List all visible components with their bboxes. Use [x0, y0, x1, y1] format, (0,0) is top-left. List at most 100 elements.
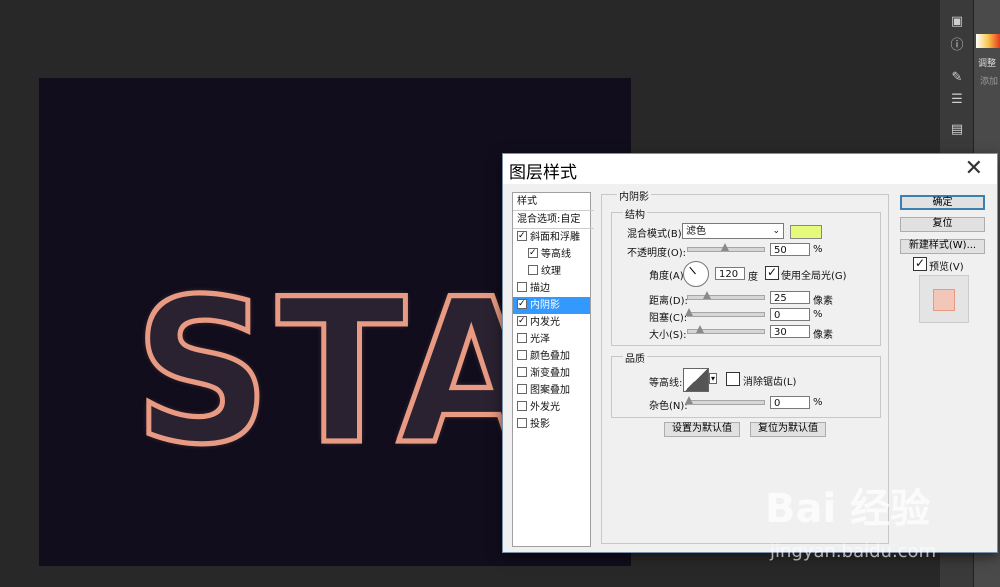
- choke-percent: %: [813, 309, 823, 320]
- style-item[interactable]: 内发光: [513, 313, 590, 331]
- new-style-button[interactable]: 新建样式(W)...: [900, 239, 985, 254]
- style-item[interactable]: 内阴影: [513, 296, 590, 314]
- noise-slider-thumb[interactable]: [685, 396, 693, 404]
- style-checkbox[interactable]: [517, 333, 527, 343]
- reset-default-button[interactable]: 复位为默认值: [750, 422, 826, 437]
- contour-label: 等高线:: [649, 378, 683, 389]
- noise-slider[interactable]: [685, 396, 765, 405]
- style-item[interactable]: 等高线: [513, 245, 590, 263]
- size-label: 大小(S):: [649, 330, 687, 341]
- size-slider[interactable]: [687, 325, 765, 334]
- style-item-label: 渐变叠加: [530, 368, 570, 379]
- styles-list: 样式 混合选项:自定 斜面和浮雕等高线纹理描边内阴影内发光光泽颜色叠加渐变叠加图…: [512, 192, 594, 547]
- style-checkbox[interactable]: [517, 296, 527, 313]
- quality-title: 品质: [623, 350, 647, 365]
- global-light-checkbox[interactable]: ✓: [765, 266, 779, 280]
- style-checkbox[interactable]: [528, 265, 538, 275]
- ok-button[interactable]: 确定: [900, 195, 985, 210]
- section-title: 内阴影: [617, 188, 651, 203]
- style-item-label: 斜面和浮雕: [530, 232, 580, 243]
- style-item[interactable]: 颜色叠加: [513, 348, 590, 365]
- angle-dial[interactable]: [683, 261, 709, 287]
- style-item[interactable]: 投影: [513, 416, 590, 433]
- sliders-icon[interactable]: ☰: [948, 92, 966, 108]
- distance-slider[interactable]: [687, 291, 765, 300]
- preview-checkbox[interactable]: ✓: [913, 257, 927, 271]
- style-item[interactable]: 纹理: [513, 263, 590, 280]
- style-checkbox[interactable]: [517, 350, 527, 360]
- blend-mode-select[interactable]: 滤色 ⌄: [682, 223, 784, 239]
- style-item[interactable]: 图案叠加: [513, 382, 590, 399]
- adjustments-add-label: 添加: [980, 77, 999, 87]
- opacity-slider-thumb[interactable]: [721, 243, 729, 251]
- style-checkbox[interactable]: [517, 228, 527, 245]
- opacity-slider[interactable]: [687, 243, 765, 252]
- adjustments-title: 调整: [978, 59, 997, 69]
- chevron-down-icon: ⌄: [772, 226, 780, 236]
- style-item-label: 颜色叠加: [530, 351, 570, 362]
- distance-slider-thumb[interactable]: [703, 291, 711, 299]
- style-item-label: 等高线: [541, 249, 571, 260]
- blend-options-item[interactable]: 混合选项:自定: [513, 211, 594, 229]
- contour-picker[interactable]: [683, 368, 709, 392]
- baidu-watermark-url: jingyan.baidu.com: [770, 541, 937, 562]
- close-icon[interactable]: ✕: [965, 156, 983, 181]
- opacity-input[interactable]: 50: [770, 243, 810, 256]
- size-input[interactable]: 30: [770, 325, 810, 338]
- style-item-label: 内发光: [530, 317, 560, 328]
- set-default-button[interactable]: 设置为默认值: [664, 422, 740, 437]
- stamp-icon[interactable]: ▤: [948, 122, 966, 138]
- global-light-label: 使用全局光(G): [781, 271, 847, 282]
- style-preview: [919, 275, 969, 323]
- angle-label: 角度(A):: [649, 271, 688, 282]
- noise-input[interactable]: 0: [770, 396, 810, 409]
- brush-icon[interactable]: ✎: [948, 70, 966, 86]
- style-item-label: 外发光: [530, 402, 560, 413]
- style-checkbox[interactable]: [517, 418, 527, 428]
- structure-title: 结构: [623, 206, 647, 221]
- reset-button[interactable]: 复位: [900, 217, 985, 232]
- style-item[interactable]: 渐变叠加: [513, 365, 590, 382]
- distance-label: 距离(D):: [649, 296, 688, 307]
- style-checkbox[interactable]: [517, 401, 527, 411]
- angle-input[interactable]: 120: [715, 267, 745, 280]
- style-item[interactable]: 外发光: [513, 399, 590, 416]
- antialias-label: 消除锯齿(L): [743, 377, 797, 388]
- info-icon[interactable]: ⓘ: [948, 38, 966, 54]
- contour-dropdown-arrow[interactable]: ▾: [709, 373, 718, 384]
- style-item[interactable]: 斜面和浮雕: [513, 228, 590, 246]
- distance-unit: 像素: [813, 296, 833, 307]
- size-unit: 像素: [813, 330, 833, 341]
- choke-input[interactable]: 0: [770, 308, 810, 321]
- style-item-label: 图案叠加: [530, 385, 570, 396]
- choke-label: 阻塞(C):: [649, 313, 688, 324]
- size-slider-thumb[interactable]: [696, 325, 704, 333]
- style-item-label: 内阴影: [530, 300, 560, 311]
- angle-unit: 度: [748, 272, 758, 283]
- gradient-swatch[interactable]: [976, 34, 1000, 48]
- opacity-label: 不透明度(O):: [627, 248, 687, 259]
- styles-header[interactable]: 样式: [513, 193, 594, 211]
- baidu-watermark: Bai 经验: [765, 486, 931, 532]
- style-item[interactable]: 描边: [513, 280, 590, 297]
- style-checkbox[interactable]: [517, 313, 527, 330]
- style-item-label: 投影: [530, 419, 550, 430]
- style-checkbox[interactable]: [528, 245, 538, 262]
- style-checkbox[interactable]: [517, 282, 527, 292]
- style-checkbox[interactable]: [517, 367, 527, 377]
- choke-slider-thumb[interactable]: [685, 308, 693, 316]
- shadow-color-swatch[interactable]: [790, 225, 822, 239]
- noise-percent: %: [813, 397, 823, 408]
- style-item-label: 光泽: [530, 334, 550, 345]
- style-item-label: 描边: [530, 283, 550, 294]
- choke-slider[interactable]: [685, 308, 765, 317]
- adjust-icon[interactable]: ▣: [948, 14, 966, 30]
- dialog-title: 图层样式: [509, 163, 577, 183]
- antialias-checkbox[interactable]: [726, 372, 740, 386]
- style-item-label: 纹理: [541, 266, 561, 277]
- opacity-percent: %: [813, 244, 823, 255]
- dialog-titlebar[interactable]: 图层样式 ✕: [503, 154, 997, 184]
- distance-input[interactable]: 25: [770, 291, 810, 304]
- style-checkbox[interactable]: [517, 384, 527, 394]
- style-item[interactable]: 光泽: [513, 331, 590, 348]
